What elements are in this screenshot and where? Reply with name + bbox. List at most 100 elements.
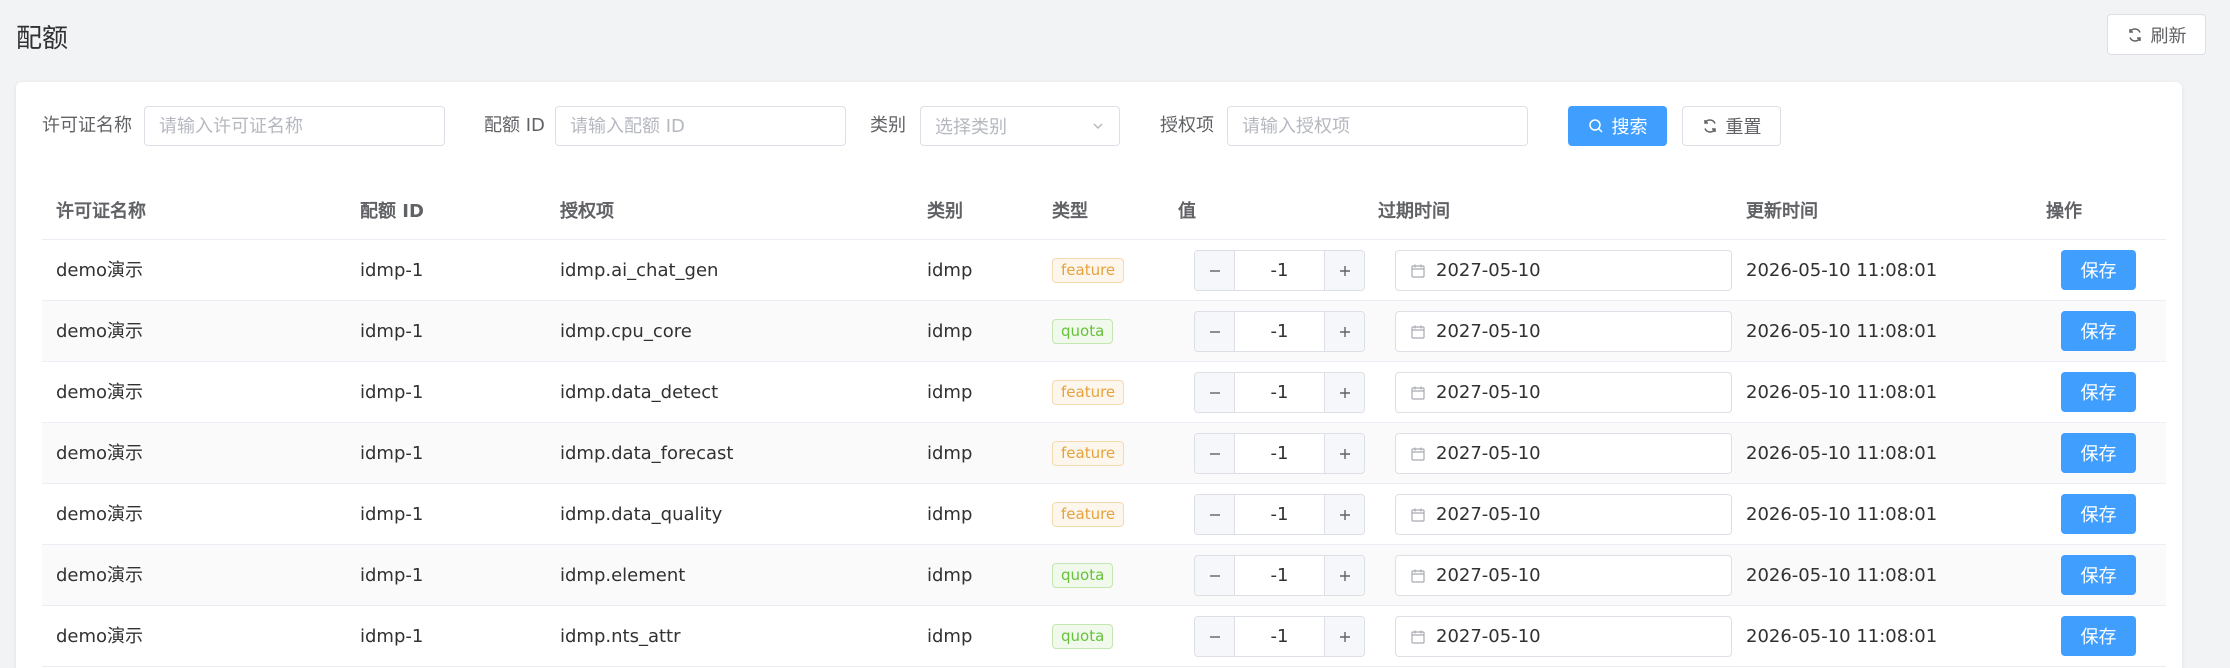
cell-license-name: demo演示 xyxy=(56,443,144,464)
value-input[interactable]: -1 xyxy=(1235,434,1324,473)
calendar-icon xyxy=(1410,507,1426,523)
plus-icon xyxy=(1338,630,1352,644)
value-input[interactable]: -1 xyxy=(1235,312,1324,351)
value-input[interactable]: -1 xyxy=(1235,373,1324,412)
expire-date-picker[interactable]: 2027-05-10 xyxy=(1395,250,1732,291)
reset-button[interactable]: 重置 xyxy=(1682,106,1781,146)
quota-table: 许可证名称 配额 ID 授权项 类别 类型 值 过期时间 更新时间 操作 dem… xyxy=(42,181,2166,667)
cell-quota-id: idmp-1 xyxy=(360,565,424,586)
category-select[interactable]: 选择类别 xyxy=(920,106,1120,146)
expire-date-value: 2027-05-10 xyxy=(1436,443,1541,464)
value-stepper[interactable]: -1 xyxy=(1194,494,1365,535)
expire-date-value: 2027-05-10 xyxy=(1436,504,1541,525)
cell-category: idmp xyxy=(927,443,973,464)
quota-id-input[interactable] xyxy=(555,106,846,146)
expire-date-value: 2027-05-10 xyxy=(1436,626,1541,647)
save-button[interactable]: 保存 xyxy=(2061,311,2136,351)
header-value: 值 xyxy=(1178,201,1196,222)
increment-button[interactable] xyxy=(1324,617,1364,656)
plus-icon xyxy=(1338,508,1352,522)
save-button[interactable]: 保存 xyxy=(2061,494,2136,534)
decrement-button[interactable] xyxy=(1195,373,1235,412)
increment-button[interactable] xyxy=(1324,251,1364,290)
refresh-icon xyxy=(2127,27,2143,43)
value-stepper[interactable]: -1 xyxy=(1194,433,1365,474)
decrement-button[interactable] xyxy=(1195,434,1235,473)
value-input[interactable]: -1 xyxy=(1235,495,1324,534)
value-input[interactable]: -1 xyxy=(1235,617,1324,656)
quota-id-label: 配额 ID xyxy=(484,115,545,136)
refresh-button[interactable]: 刷新 xyxy=(2107,14,2206,55)
save-button[interactable]: 保存 xyxy=(2061,433,2136,473)
cell-updated: 2026-05-10 11:08:01 xyxy=(1746,565,1938,586)
cell-license-name: demo演示 xyxy=(56,626,144,647)
cell-grant: idmp.element xyxy=(560,565,686,586)
minus-icon xyxy=(1208,264,1222,278)
decrement-button[interactable] xyxy=(1195,495,1235,534)
plus-icon xyxy=(1338,447,1352,461)
license-name-input[interactable] xyxy=(144,106,445,146)
minus-icon xyxy=(1208,569,1222,583)
value-stepper[interactable]: -1 xyxy=(1194,250,1365,291)
header-category: 类别 xyxy=(927,201,963,222)
decrement-button[interactable] xyxy=(1195,617,1235,656)
cell-updated: 2026-05-10 11:08:01 xyxy=(1746,626,1938,647)
cell-quota-id: idmp-1 xyxy=(360,626,424,647)
decrement-button[interactable] xyxy=(1195,312,1235,351)
increment-button[interactable] xyxy=(1324,373,1364,412)
save-button[interactable]: 保存 xyxy=(2061,372,2136,412)
save-button[interactable]: 保存 xyxy=(2061,250,2136,290)
header-quota-id: 配额 ID xyxy=(360,201,424,222)
save-button[interactable]: 保存 xyxy=(2061,555,2136,595)
grant-label: 授权项 xyxy=(1160,115,1214,136)
decrement-button[interactable] xyxy=(1195,556,1235,595)
table-header: 许可证名称 配额 ID 授权项 类别 类型 值 过期时间 更新时间 操作 xyxy=(42,181,2166,240)
expire-date-picker[interactable]: 2027-05-10 xyxy=(1395,494,1732,535)
value-input[interactable]: -1 xyxy=(1235,556,1324,595)
calendar-icon xyxy=(1410,263,1426,279)
cell-grant: idmp.data_forecast xyxy=(560,443,734,464)
expire-date-picker[interactable]: 2027-05-10 xyxy=(1395,555,1732,596)
header-actions: 操作 xyxy=(2046,201,2082,222)
header-expire: 过期时间 xyxy=(1378,201,1450,222)
save-button[interactable]: 保存 xyxy=(2061,616,2136,656)
expire-date-value: 2027-05-10 xyxy=(1436,321,1541,342)
decrement-button[interactable] xyxy=(1195,251,1235,290)
expire-date-value: 2027-05-10 xyxy=(1436,260,1541,281)
header-grant: 授权项 xyxy=(560,201,614,222)
value-stepper[interactable]: -1 xyxy=(1194,616,1365,657)
increment-button[interactable] xyxy=(1324,312,1364,351)
table-row: demo演示 idmp-1 idmp.ai_chat_gen idmp feat… xyxy=(42,240,2166,301)
plus-icon xyxy=(1338,569,1352,583)
cell-category: idmp xyxy=(927,565,973,586)
expire-date-picker[interactable]: 2027-05-10 xyxy=(1395,372,1732,413)
search-button[interactable]: 搜索 xyxy=(1568,106,1667,146)
table-row: demo演示 idmp-1 idmp.element idmp quota -1… xyxy=(42,545,2166,606)
increment-button[interactable] xyxy=(1324,495,1364,534)
calendar-icon xyxy=(1410,568,1426,584)
value-input[interactable]: -1 xyxy=(1235,251,1324,290)
cell-grant: idmp.cpu_core xyxy=(560,321,692,342)
increment-button[interactable] xyxy=(1324,434,1364,473)
value-stepper[interactable]: -1 xyxy=(1194,372,1365,413)
expire-date-picker[interactable]: 2027-05-10 xyxy=(1395,433,1732,474)
minus-icon xyxy=(1208,508,1222,522)
table-row: demo演示 idmp-1 idmp.data_detect idmp feat… xyxy=(42,362,2166,423)
value-stepper[interactable]: -1 xyxy=(1194,311,1365,352)
cell-grant: idmp.ai_chat_gen xyxy=(560,260,719,281)
cell-quota-id: idmp-1 xyxy=(360,382,424,403)
cell-quota-id: idmp-1 xyxy=(360,443,424,464)
table-row: demo演示 idmp-1 idmp.data_quality idmp fea… xyxy=(42,484,2166,545)
save-label: 保存 xyxy=(2080,261,2117,282)
grant-input[interactable] xyxy=(1227,106,1528,146)
cell-category: idmp xyxy=(927,382,973,403)
cell-license-name: demo演示 xyxy=(56,260,144,281)
minus-icon xyxy=(1208,447,1222,461)
cell-quota-id: idmp-1 xyxy=(360,260,424,281)
cell-category: idmp xyxy=(927,260,973,281)
expire-date-picker[interactable]: 2027-05-10 xyxy=(1395,311,1732,352)
increment-button[interactable] xyxy=(1324,556,1364,595)
expire-date-picker[interactable]: 2027-05-10 xyxy=(1395,616,1732,657)
value-stepper[interactable]: -1 xyxy=(1194,555,1365,596)
save-label: 保存 xyxy=(2080,505,2117,526)
